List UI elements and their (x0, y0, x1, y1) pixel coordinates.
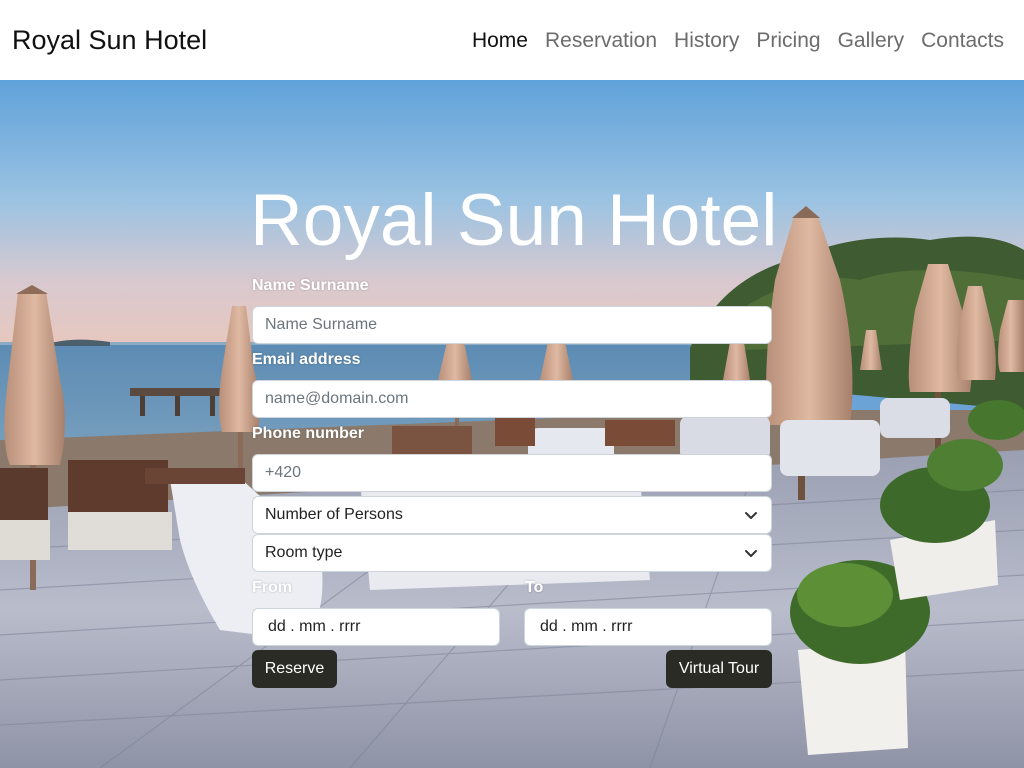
room-type-select[interactable]: Room type (252, 534, 772, 572)
nav-link-home[interactable]: Home (472, 30, 528, 51)
to-label: To (525, 579, 544, 596)
chevron-down-icon (745, 550, 757, 557)
chevron-down-icon (745, 512, 757, 519)
virtual-tour-button[interactable]: Virtual Tour (666, 650, 772, 688)
nav-link-history[interactable]: History (674, 30, 739, 51)
phone-label: Phone number (252, 425, 365, 442)
from-label: From (252, 579, 292, 596)
to-date-input[interactable]: dd . mm . rrrr (524, 608, 772, 646)
main-nav: Home Reservation History Pricing Gallery… (455, 30, 1004, 51)
top-navbar: Royal Sun Hotel Home Reservation History… (0, 0, 1024, 80)
from-date-value: dd . mm . rrrr (268, 618, 361, 635)
brand-logo-link[interactable]: Royal Sun Hotel (12, 26, 207, 54)
name-label: Name Surname (252, 277, 369, 294)
persons-select-value: Number of Persons (265, 506, 403, 523)
room-type-select-value: Room type (265, 544, 343, 561)
nav-link-gallery[interactable]: Gallery (838, 30, 905, 51)
persons-select[interactable]: Number of Persons (252, 496, 772, 534)
from-date-input[interactable]: dd . mm . rrrr (252, 608, 500, 646)
reserve-button[interactable]: Reserve (252, 650, 337, 688)
email-label: Email address (252, 351, 361, 368)
email-input[interactable] (252, 380, 772, 418)
nav-link-pricing[interactable]: Pricing (756, 30, 820, 51)
nav-link-reservation[interactable]: Reservation (545, 30, 657, 51)
name-input[interactable] (252, 306, 772, 344)
nav-link-contacts[interactable]: Contacts (921, 30, 1004, 51)
hero-title: Royal Sun Hotel (250, 180, 778, 261)
phone-input[interactable] (252, 454, 772, 492)
to-date-value: dd . mm . rrrr (540, 618, 633, 635)
reservation-form: Royal Sun Hotel Name Surname Email addre… (250, 80, 778, 768)
